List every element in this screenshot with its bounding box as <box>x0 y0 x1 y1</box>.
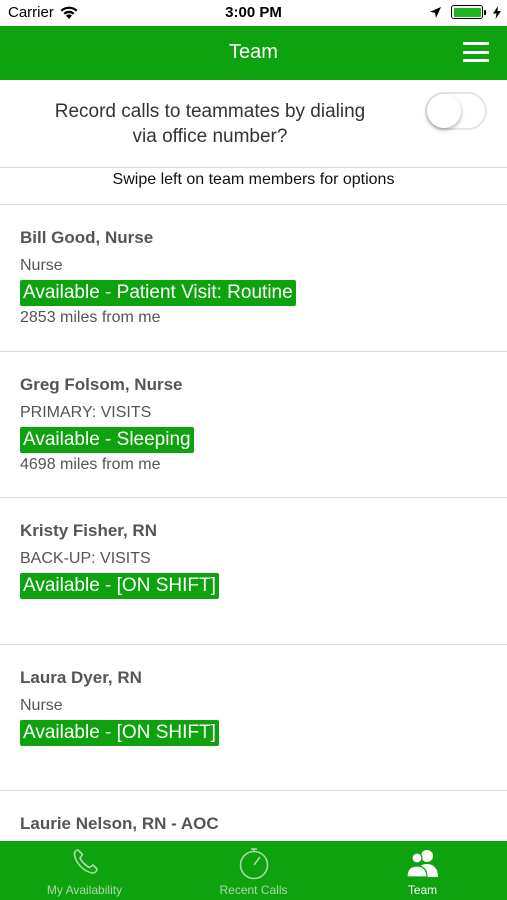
tab-label: Recent Calls <box>219 883 288 897</box>
member-role: PRIMARY: VISITS <box>20 403 152 421</box>
team-member-row[interactable]: Kristy Fisher, RN BACK-UP: VISITS Availa… <box>0 498 507 645</box>
nav-bar: Team <box>0 26 507 80</box>
page-title: Team <box>229 41 278 63</box>
member-name: Kristy Fisher, RN <box>20 521 157 540</box>
member-name: Laurie Nelson, RN - AOC <box>20 814 219 833</box>
team-icon <box>405 850 438 878</box>
member-role: Nurse <box>20 257 63 274</box>
member-status-badge: Available - Sleeping <box>20 426 194 453</box>
tab-label: Team <box>407 883 438 897</box>
member-role: BACK-UP: VISITS <box>20 550 151 567</box>
stopwatch-icon <box>239 848 268 880</box>
tab-bar: My Availability Recent Calls Team <box>0 841 507 900</box>
swipe-hint: Swipe left on team members for options <box>0 168 507 205</box>
member-status-badge: Available - Patient Visit: Routine <box>20 280 296 306</box>
member-name: Laura Dyer, RN <box>20 667 142 687</box>
member-status-badge: Available - [ON SHIFT] <box>20 573 219 599</box>
tab-team[interactable]: Team <box>338 841 507 900</box>
member-role: Nurse <box>20 696 63 714</box>
member-distance: 2853 miles from me <box>20 309 161 326</box>
tab-my-availability[interactable]: My Availability <box>0 841 169 900</box>
location-arrow-icon <box>430 6 441 18</box>
charging-bolt-icon <box>493 5 501 19</box>
record-calls-label: Record calls to teammates by dialing via… <box>54 101 366 147</box>
status-bar: Carrier 3:00 PM <box>0 0 507 26</box>
member-distance: 4698 miles from me <box>20 455 161 473</box>
team-member-row[interactable]: Greg Folsom, Nurse PRIMARY: VISITS Avail… <box>0 352 507 498</box>
phone-icon <box>73 849 98 874</box>
battery-icon <box>451 5 486 19</box>
member-name: Bill Good, Nurse <box>20 228 154 247</box>
tab-label: My Availability <box>46 883 123 897</box>
toggle-knob <box>427 94 461 128</box>
team-member-row[interactable]: Laura Dyer, RN Nurse Available - [ON SHI… <box>0 645 507 791</box>
team-member-row[interactable]: Bill Good, Nurse Nurse Available - Patie… <box>0 205 507 352</box>
hamburger-menu-icon <box>463 42 489 45</box>
record-calls-toggle[interactable] <box>425 92 487 130</box>
team-member-row[interactable]: Laurie Nelson, RN - AOC <box>0 791 507 841</box>
team-list: Bill Good, Nurse Nurse Available - Patie… <box>0 205 507 841</box>
member-name: Greg Folsom, Nurse <box>20 374 183 394</box>
menu-button[interactable] <box>463 42 489 62</box>
tab-recent-calls[interactable]: Recent Calls <box>169 841 338 900</box>
member-status-badge: Available - [ON SHIFT] <box>20 719 219 746</box>
